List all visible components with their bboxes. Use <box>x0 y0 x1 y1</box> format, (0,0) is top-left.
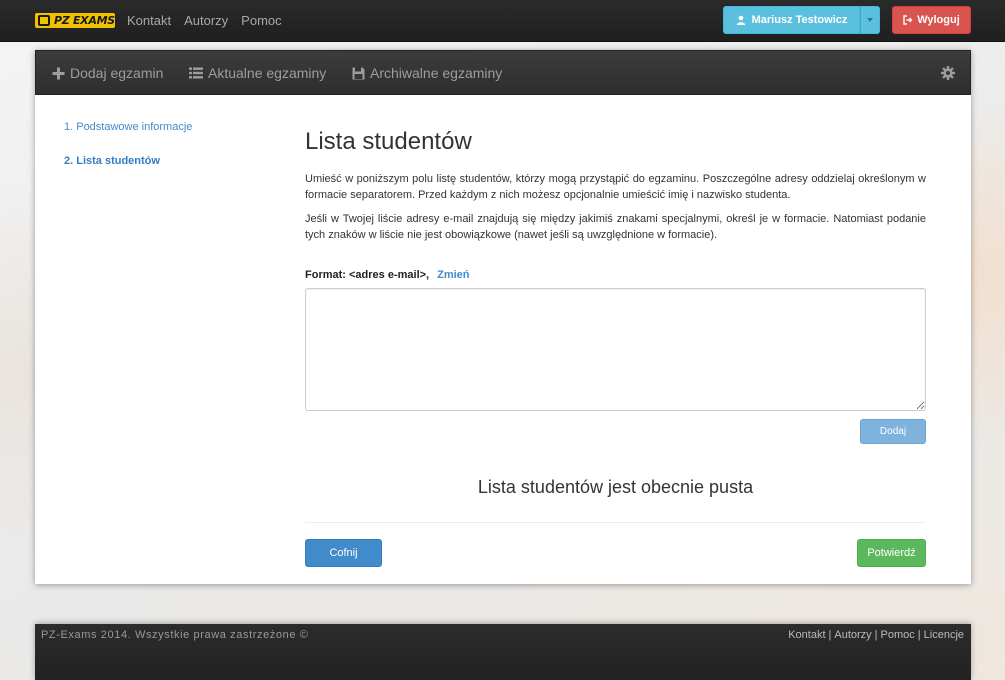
footer-links: Kontakt | Autorzy | Pomoc | Licencje <box>788 629 964 641</box>
nav-archived-exams-label: Archiwalne egzaminy <box>370 65 503 81</box>
step-basic-info[interactable]: 1. Podstawowe informacje <box>64 121 192 133</box>
nav-archived-exams[interactable]: Archiwalne egzaminy <box>352 65 502 81</box>
footer-link-autorzy[interactable]: Autorzy <box>834 629 871 641</box>
nav-current-exams-label: Aktualne egzaminy <box>208 65 327 81</box>
nav-current-exams[interactable]: Aktualne egzaminy <box>189 65 326 81</box>
step-student-list[interactable]: 2. Lista studentów <box>64 155 160 167</box>
footer: PZ-Exams 2014. Wszystkie prawa zastrzeżo… <box>35 624 971 680</box>
user-icon <box>736 15 746 25</box>
empty-list-message: Lista studentów jest obecnie pusta <box>477 477 754 497</box>
topnav-pomoc-link[interactable]: Pomoc <box>241 13 281 28</box>
page-title: Lista studentów <box>305 128 472 155</box>
add-button[interactable]: Dodaj <box>860 419 926 444</box>
footer-separator: | <box>828 629 832 641</box>
instructions-paragraph-2: Jeśli w Twojej liście adresy e-mail znaj… <box>305 213 926 241</box>
floppy-icon <box>352 67 365 80</box>
footer-separator: | <box>917 629 921 641</box>
back-button[interactable]: Cofnij <box>305 539 382 567</box>
divider <box>305 522 926 523</box>
topnav-kontakt-link[interactable]: Kontakt <box>127 13 171 28</box>
confirm-button[interactable]: Potwierdź <box>857 539 926 567</box>
logout-label: Wyloguj <box>917 14 960 26</box>
user-dropdown-toggle[interactable] <box>860 6 880 34</box>
app-logo[interactable]: PZ EXAMS <box>35 13 115 28</box>
footer-link-pomoc[interactable]: Pomoc <box>881 629 915 641</box>
logo-mark-icon <box>38 15 50 26</box>
user-name: Mariusz Testowicz <box>751 14 848 26</box>
logo-text: PZ EXAMS <box>54 14 115 27</box>
panel-nav: Dodaj egzamin Aktualne egzaminy Archiwal… <box>35 50 971 95</box>
nav-add-exam-label: Dodaj egzamin <box>70 65 164 81</box>
user-button[interactable]: Mariusz Testowicz <box>723 6 860 34</box>
student-list-textarea[interactable] <box>305 288 926 411</box>
footer-copyright: PZ-Exams 2014. Wszystkie prawa zastrzeżo… <box>41 629 309 641</box>
topnav-autorzy-link[interactable]: Autorzy <box>184 13 228 28</box>
sign-out-icon <box>903 15 913 25</box>
footer-link-kontakt[interactable]: Kontakt <box>788 629 825 641</box>
caret-down-icon <box>867 18 873 22</box>
list-icon <box>189 67 203 79</box>
top-navbar: PZ EXAMS Kontakt Autorzy Pomoc Mariusz T… <box>0 0 1005 42</box>
format-change-link[interactable]: Zmień <box>437 269 469 281</box>
plus-icon <box>52 67 65 80</box>
logout-button[interactable]: Wyloguj <box>892 6 971 34</box>
format-row: Format: <adres e-mail>, Zmień <box>305 269 470 281</box>
main-panel: Dodaj egzamin Aktualne egzaminy Archiwal… <box>35 50 971 584</box>
top-nav-links: Kontakt Autorzy Pomoc <box>127 13 282 28</box>
nav-add-exam[interactable]: Dodaj egzamin <box>52 65 163 81</box>
footer-link-licencje[interactable]: Licencje <box>924 629 964 641</box>
instructions-paragraph-1: Umieść w poniższym polu listę studentów,… <box>305 173 926 201</box>
footer-separator: | <box>874 629 878 641</box>
format-label: Format: <adres e-mail>, <box>305 269 430 281</box>
gear-icon[interactable] <box>941 66 955 80</box>
